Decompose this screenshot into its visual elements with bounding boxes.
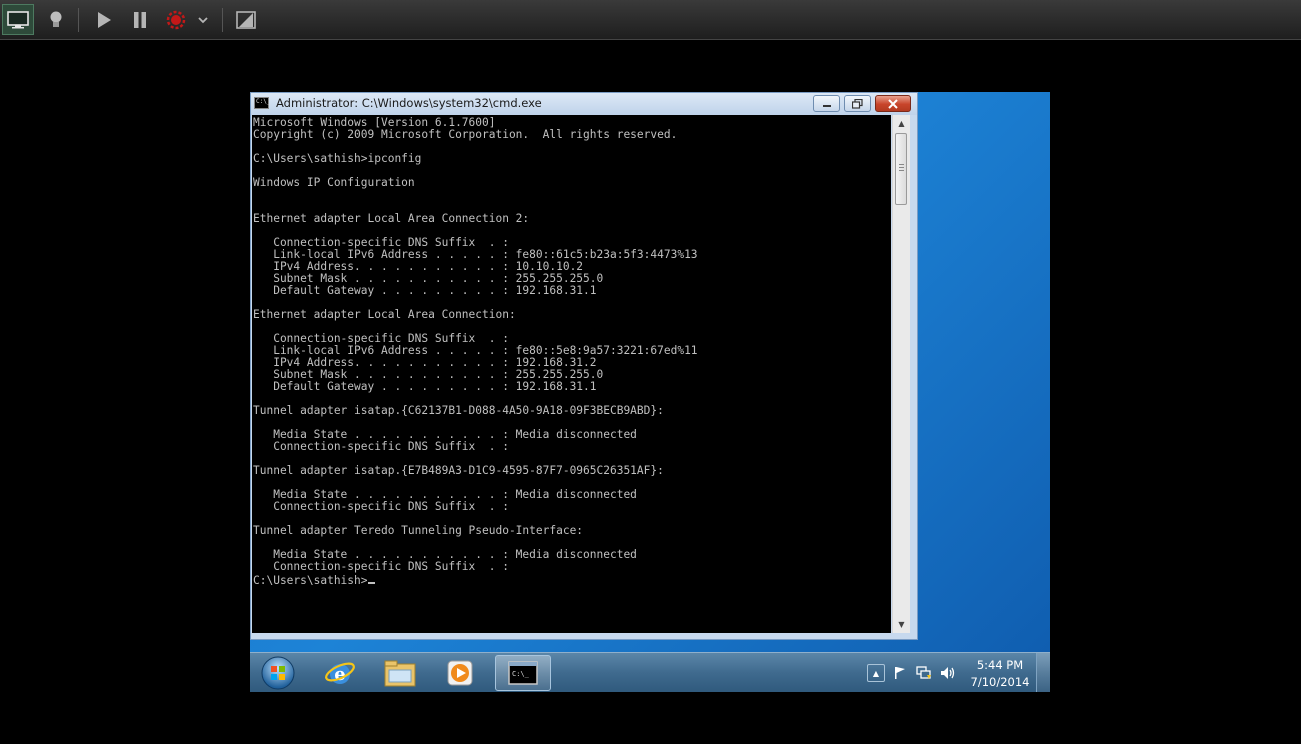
svg-text:C:\_: C:\_ bbox=[512, 670, 530, 678]
vertical-scrollbar[interactable]: ▲ ▼ bbox=[892, 115, 910, 633]
lightbulb-button[interactable] bbox=[40, 4, 72, 35]
taskbar-cmd[interactable]: C:\_ bbox=[495, 655, 551, 691]
console-line: Tunnel adapter isatap.{C62137B1-D088-4A5… bbox=[253, 404, 664, 417]
console-output[interactable]: Microsoft Windows [Version 6.1.7600] Cop… bbox=[252, 115, 891, 633]
restore-button[interactable] bbox=[844, 95, 871, 112]
toolbar-separator bbox=[222, 8, 223, 32]
grip-icon bbox=[899, 164, 904, 172]
taskbar-media-player[interactable] bbox=[432, 655, 488, 691]
console-line: Ethernet adapter Local Area Connection 2… bbox=[253, 212, 530, 225]
network-icon bbox=[916, 666, 931, 679]
file-explorer-icon bbox=[384, 660, 416, 687]
console-line: Windows IP Configuration bbox=[253, 176, 415, 189]
taskbar: e C:\_ ▲ 5:44 PM 7/10/2014 bbox=[250, 652, 1050, 692]
scroll-down-button[interactable]: ▼ bbox=[893, 616, 910, 633]
lightbulb-icon bbox=[50, 11, 62, 27]
close-button[interactable] bbox=[875, 95, 911, 112]
console-line: Connection-specific DNS Suffix . : bbox=[253, 500, 509, 513]
close-icon bbox=[888, 98, 898, 109]
media-player-icon bbox=[447, 660, 473, 686]
console-line: Ethernet adapter Local Area Connection: bbox=[253, 308, 516, 321]
console-line: C:\Users\sathish>ipconfig bbox=[253, 152, 422, 165]
toolbar-separator bbox=[78, 8, 79, 32]
arrow-down-icon: ▼ bbox=[898, 620, 905, 629]
pause-icon bbox=[134, 11, 146, 28]
minimize-button[interactable] bbox=[813, 95, 840, 112]
text-cursor bbox=[367, 582, 375, 584]
host-toolbar bbox=[0, 0, 1301, 40]
scroll-thumb[interactable] bbox=[895, 133, 907, 205]
cmd-window[interactable]: C:\_ Administrator: C:\Windows\system32\… bbox=[250, 92, 918, 640]
start-button[interactable] bbox=[250, 655, 306, 691]
play-icon bbox=[98, 11, 111, 28]
console-prompt: C:\Users\sathish> bbox=[253, 574, 368, 587]
chevron-down-icon bbox=[198, 16, 208, 23]
network-button[interactable] bbox=[915, 664, 933, 682]
console-line: Copyright (c) 2009 Microsoft Corporation… bbox=[253, 128, 678, 141]
console-prompt-line[interactable]: C:\Users\sathish> bbox=[252, 573, 891, 587]
vm-screen[interactable]: C:\_ Administrator: C:\Windows\system32\… bbox=[250, 92, 1050, 692]
cmd-window-icon[interactable]: C:\_ bbox=[254, 97, 270, 109]
window-title: Administrator: C:\Windows\system32\cmd.e… bbox=[276, 96, 542, 110]
show-desktop-button[interactable] bbox=[1036, 653, 1050, 692]
monitor-icon bbox=[7, 10, 29, 28]
arrow-up-icon: ▲ bbox=[898, 119, 905, 128]
console-line: Connection-specific DNS Suffix . : bbox=[253, 560, 509, 573]
stop-button[interactable] bbox=[160, 4, 192, 35]
taskbar-file-explorer[interactable] bbox=[372, 655, 428, 691]
no-screen-icon bbox=[236, 10, 256, 29]
clock-date[interactable]: 7/10/2014 bbox=[956, 675, 1044, 689]
action-center-flag-icon bbox=[895, 667, 905, 679]
show-hidden-icons-icon: ▲ bbox=[872, 668, 880, 678]
stop-options-dropdown[interactable] bbox=[190, 4, 216, 35]
volume-icon bbox=[941, 667, 955, 679]
clock-time[interactable]: 5:44 PM bbox=[956, 658, 1044, 672]
volume-button[interactable] bbox=[939, 664, 957, 682]
play-button[interactable] bbox=[88, 4, 120, 35]
taskbar-internet-explorer[interactable]: e bbox=[312, 655, 368, 691]
console-line: Default Gateway . . . . . . . . . : 192.… bbox=[253, 284, 597, 297]
record-stop-icon bbox=[166, 10, 186, 29]
cmd-icon: C:\_ bbox=[508, 661, 538, 685]
show-hidden-icons-button[interactable]: ▲ bbox=[867, 664, 885, 682]
console-lines: Microsoft Windows [Version 6.1.7600] Cop… bbox=[252, 115, 891, 573]
restore-icon bbox=[852, 98, 863, 109]
action-center-button[interactable] bbox=[891, 664, 909, 682]
minimize-icon bbox=[822, 104, 831, 107]
start-orb-icon bbox=[261, 656, 295, 690]
console-line: Tunnel adapter isatap.{E7B489A3-D1C9-459… bbox=[253, 464, 664, 477]
monitor-button[interactable] bbox=[2, 4, 34, 35]
console-line: Connection-specific DNS Suffix . : bbox=[253, 440, 509, 453]
internet-explorer-icon: e bbox=[325, 662, 355, 685]
no-screen-button[interactable] bbox=[230, 4, 262, 35]
console-line: Tunnel adapter Teredo Tunneling Pseudo-I… bbox=[253, 524, 584, 537]
title-bar[interactable]: C:\_ Administrator: C:\Windows\system32\… bbox=[251, 93, 917, 115]
pause-button[interactable] bbox=[124, 4, 156, 35]
console-line: Default Gateway . . . . . . . . . : 192.… bbox=[253, 380, 597, 393]
scroll-up-button[interactable]: ▲ bbox=[893, 115, 910, 132]
